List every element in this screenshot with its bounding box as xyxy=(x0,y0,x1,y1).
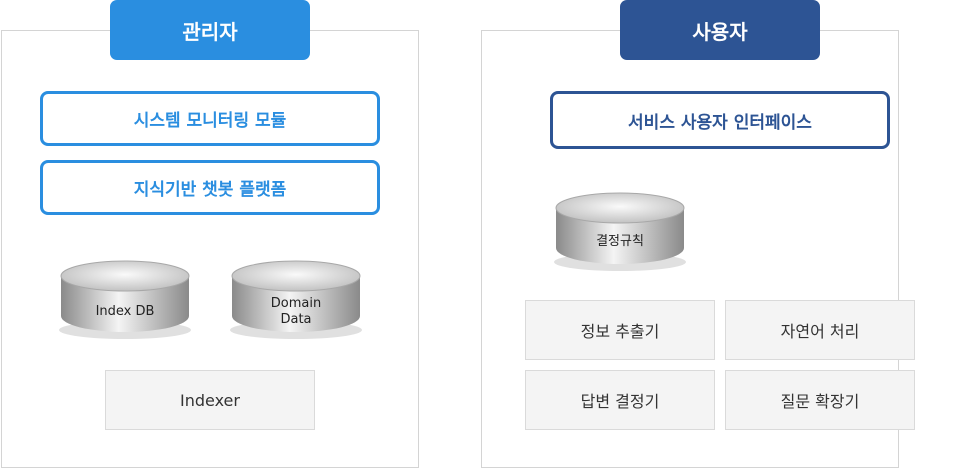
indexer-box: Indexer xyxy=(105,370,315,430)
nlp-label: 자연어 처리 xyxy=(780,322,860,341)
user-tab-label: 사용자 xyxy=(692,19,748,44)
admin-tab: 관리자 xyxy=(110,0,310,60)
admin-tab-label: 관리자 xyxy=(182,19,238,44)
index-db-icon: Index DB xyxy=(55,258,195,340)
nlp-box: 자연어 처리 xyxy=(725,300,915,360)
domain-data-label-line1: Domain xyxy=(270,296,322,311)
answer-decider-label: 답변 결정기 xyxy=(580,392,660,411)
service-user-interface-module: 서비스 사용자 인터페이스 xyxy=(550,91,890,149)
question-expander-box: 질문 확장기 xyxy=(725,370,915,430)
answer-decider-box: 답변 결정기 xyxy=(525,370,715,430)
service-user-interface-label: 서비스 사용자 인터페이스 xyxy=(628,112,812,133)
question-expander-label: 질문 확장기 xyxy=(780,392,860,411)
decision-rules-db-icon: 결정규칙 xyxy=(550,190,690,272)
decision-rules-label: 결정규칙 xyxy=(596,234,644,249)
domain-data-db-icon: Domain Data xyxy=(226,258,366,340)
index-db-label: Index DB xyxy=(95,304,155,319)
indexer-label: Indexer xyxy=(180,390,240,410)
system-monitoring-module: 시스템 모니터링 모듈 xyxy=(40,91,380,146)
info-extractor-label: 정보 추출기 xyxy=(580,322,660,341)
domain-data-label-line2: Data xyxy=(280,312,312,327)
chatbot-platform-label: 지식기반 챗봇 플랫폼 xyxy=(133,180,287,200)
info-extractor-box: 정보 추출기 xyxy=(525,300,715,360)
system-monitoring-label: 시스템 모니터링 모듈 xyxy=(133,111,287,131)
user-tab: 사용자 xyxy=(620,0,820,60)
chatbot-platform-module: 지식기반 챗봇 플랫폼 xyxy=(40,160,380,215)
